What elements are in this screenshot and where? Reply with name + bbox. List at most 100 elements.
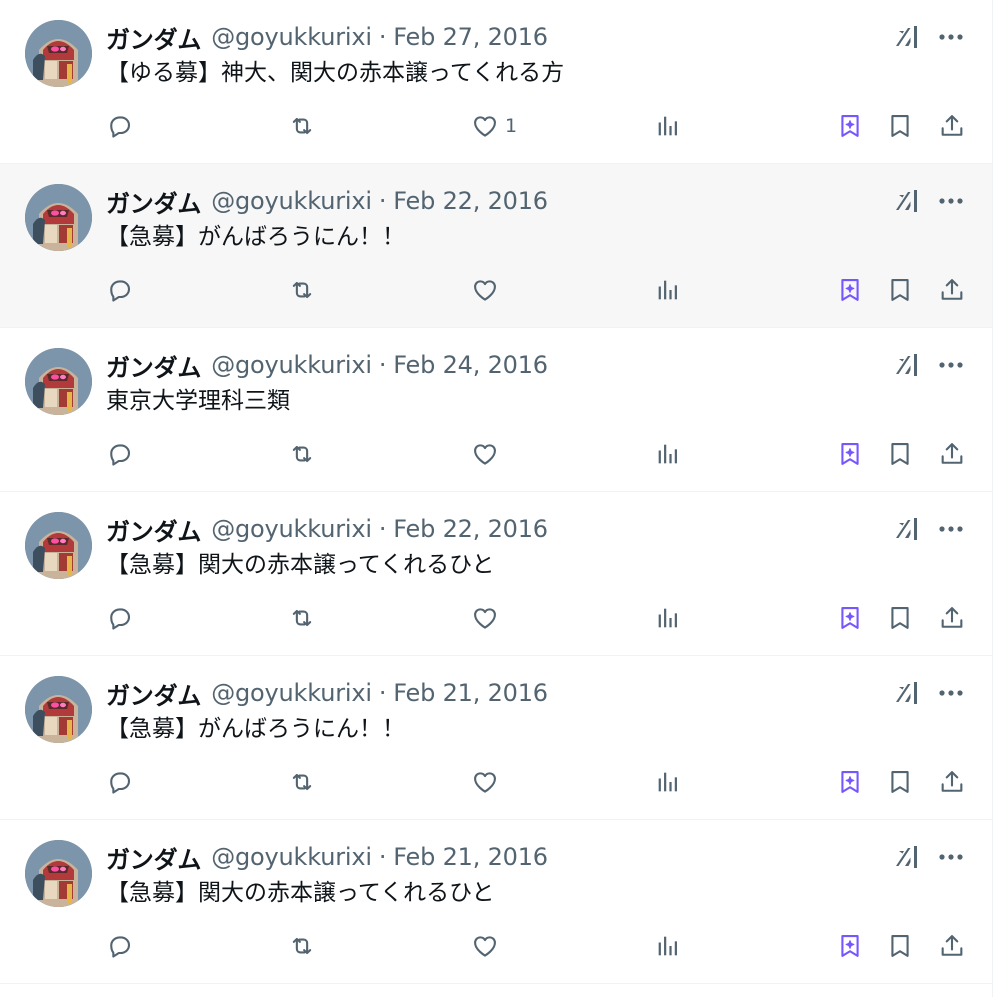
tweet-date[interactable]: Feb 22, 2016 [393, 187, 548, 215]
views-button[interactable] [654, 926, 682, 966]
display-name[interactable]: ガンダム [106, 348, 201, 383]
grok-bookmark-button[interactable] [836, 598, 864, 638]
tweet-text: 東京大学理科三類 [106, 388, 290, 414]
bookmark-button[interactable] [886, 926, 914, 966]
user-handle[interactable]: @goyukkurixi [211, 23, 372, 51]
share-button[interactable] [938, 598, 966, 638]
grok-bookmark-button[interactable] [836, 106, 864, 146]
like-button[interactable]: 1 [471, 106, 517, 146]
bookmark-button[interactable] [886, 598, 914, 638]
bookmark-button[interactable] [886, 762, 914, 802]
tweet[interactable]: ガンダム @goyukkurixi · Feb 27, 2016 【ゆる募】神大… [0, 0, 992, 164]
avatar[interactable] [25, 20, 92, 87]
more-options-icon[interactable] [936, 351, 966, 379]
display-name[interactable]: ガンダム [106, 840, 201, 875]
tweet[interactable]: ガンダム @goyukkurixi · Feb 21, 2016 【急募】関大の… [0, 820, 992, 984]
views-button[interactable] [654, 434, 682, 474]
like-button[interactable] [471, 926, 505, 966]
user-handle[interactable]: @goyukkurixi [211, 843, 372, 871]
like-button[interactable] [471, 270, 505, 310]
grok-icon[interactable] [893, 515, 921, 543]
bookmark-button[interactable] [886, 106, 914, 146]
retweet-button[interactable] [288, 926, 316, 966]
grok-icon[interactable] [893, 351, 921, 379]
tweet-date[interactable]: Feb 21, 2016 [393, 679, 548, 707]
grok-bookmark-button[interactable] [836, 926, 864, 966]
user-handle[interactable]: @goyukkurixi [211, 351, 372, 379]
tweet-date[interactable]: Feb 27, 2016 [393, 23, 548, 51]
like-button[interactable] [471, 762, 505, 802]
views-button[interactable] [654, 106, 682, 146]
grok-icon[interactable] [893, 679, 921, 707]
separator-dot: · [378, 351, 387, 379]
user-handle[interactable]: @goyukkurixi [211, 679, 372, 707]
tweet-date[interactable]: Feb 21, 2016 [393, 843, 548, 871]
retweet-icon [288, 112, 316, 140]
grok-sparkle-bookmark-icon [836, 604, 864, 632]
tweet[interactable]: ガンダム @goyukkurixi · Feb 22, 2016 【急募】関大の… [0, 492, 992, 656]
display-name[interactable]: ガンダム [106, 512, 201, 547]
reply-button[interactable] [106, 434, 134, 474]
share-icon [938, 276, 966, 304]
heart-icon [471, 276, 499, 304]
more-options-icon[interactable] [936, 187, 966, 215]
retweet-button[interactable] [288, 434, 316, 474]
reply-icon [106, 112, 134, 140]
tweet[interactable]: ガンダム @goyukkurixi · Feb 22, 2016 【急募】がんば… [0, 164, 992, 328]
user-handle[interactable]: @goyukkurixi [211, 515, 372, 543]
tweet[interactable]: ガンダム @goyukkurixi · Feb 21, 2016 【急募】がんば… [0, 656, 992, 820]
like-button[interactable] [471, 598, 505, 638]
more-options-icon[interactable] [936, 843, 966, 871]
more-options-icon[interactable] [936, 515, 966, 543]
display-name[interactable]: ガンダム [106, 20, 201, 55]
heart-icon [471, 604, 499, 632]
share-button[interactable] [938, 926, 966, 966]
heart-icon [471, 440, 499, 468]
reply-button[interactable] [106, 598, 134, 638]
tweet-date[interactable]: Feb 24, 2016 [393, 351, 548, 379]
views-button[interactable] [654, 762, 682, 802]
share-icon [938, 440, 966, 468]
share-button[interactable] [938, 762, 966, 802]
views-button[interactable] [654, 598, 682, 638]
tweet[interactable]: ガンダム @goyukkurixi · Feb 24, 2016 東京大学理科三… [0, 328, 992, 492]
like-button[interactable] [471, 434, 505, 474]
grok-icon[interactable] [893, 23, 921, 51]
share-button[interactable] [938, 270, 966, 310]
tweet-header: ガンダム @goyukkurixi · Feb 22, 2016 [106, 510, 548, 548]
more-options-icon[interactable] [936, 23, 966, 51]
display-name[interactable]: ガンダム [106, 676, 201, 711]
grok-bookmark-button[interactable] [836, 270, 864, 310]
reply-button[interactable] [106, 762, 134, 802]
bookmark-button[interactable] [886, 434, 914, 474]
retweet-button[interactable] [288, 598, 316, 638]
bookmark-button[interactable] [886, 270, 914, 310]
separator-dot: · [378, 187, 387, 215]
avatar[interactable] [25, 348, 92, 415]
retweet-button[interactable] [288, 106, 316, 146]
bookmark-icon [886, 604, 914, 632]
tweet-actions [0, 270, 993, 310]
avatar[interactable] [25, 840, 92, 907]
tweet-date[interactable]: Feb 22, 2016 [393, 515, 548, 543]
heart-icon [471, 112, 499, 140]
retweet-button[interactable] [288, 270, 316, 310]
avatar[interactable] [25, 676, 92, 743]
display-name[interactable]: ガンダム [106, 184, 201, 219]
share-button[interactable] [938, 434, 966, 474]
avatar[interactable] [25, 184, 92, 251]
retweet-button[interactable] [288, 762, 316, 802]
grok-bookmark-button[interactable] [836, 434, 864, 474]
more-options-icon[interactable] [936, 679, 966, 707]
grok-icon[interactable] [893, 187, 921, 215]
share-icon [938, 932, 966, 960]
user-handle[interactable]: @goyukkurixi [211, 187, 372, 215]
share-button[interactable] [938, 106, 966, 146]
grok-bookmark-button[interactable] [836, 762, 864, 802]
views-button[interactable] [654, 270, 682, 310]
grok-icon[interactable] [893, 843, 921, 871]
reply-button[interactable] [106, 106, 134, 146]
reply-button[interactable] [106, 270, 134, 310]
avatar[interactable] [25, 512, 92, 579]
reply-button[interactable] [106, 926, 134, 966]
